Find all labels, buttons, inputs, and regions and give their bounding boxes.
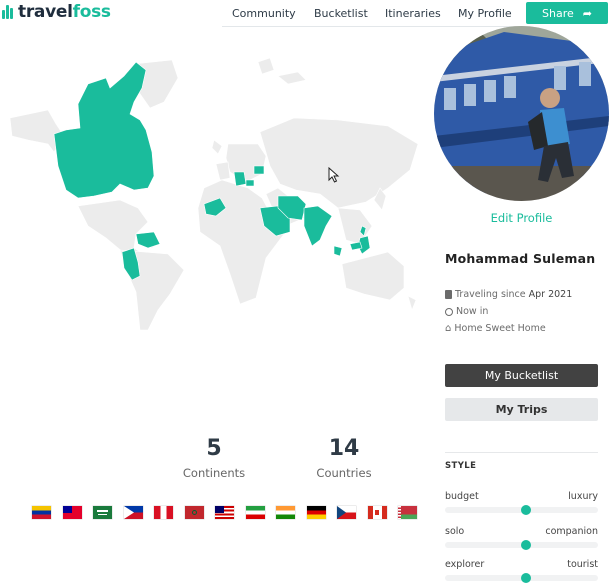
flag-peru-icon[interactable] [154,506,173,519]
traveling-since: Traveling since Apr 2021 [445,289,572,300]
share-button[interactable]: Share ➦ [526,2,608,24]
slider-tourist-label: tourist [567,559,598,570]
slider-thumb[interactable] [521,505,532,515]
flag-venezuela-icon[interactable] [32,506,51,519]
share-arrow-icon: ➦ [582,6,592,20]
compass-icon [445,307,453,316]
world-map[interactable] [8,48,422,330]
style-divider [445,452,598,453]
mouse-cursor-icon [328,167,340,183]
visited-belarus [253,165,265,175]
slider-budget-label: budget [445,491,479,502]
slider-thumb[interactable] [521,573,532,583]
continents-label: Continents [182,466,246,480]
now-in: Now in [445,306,488,317]
flag-iran-icon[interactable] [245,506,265,519]
nav-divider [222,26,520,27]
logo-text: travelfoss [18,2,111,22]
nav-bucketlist[interactable]: Bucketlist [314,7,368,20]
countries-count: 14 [328,436,360,461]
countries-label: Countries [316,466,372,480]
flag-saudi-arabia-icon[interactable] [93,506,112,519]
traveling-since-label: Traveling since [455,289,526,300]
share-label: Share [542,6,574,20]
home-label: Home Sweet Home [454,323,546,334]
slider-luxury-label: luxury [568,491,598,502]
nav-my-profile[interactable]: My Profile [458,7,512,20]
flag-czech-republic-icon[interactable] [337,506,356,519]
visited-venezuela [135,231,161,249]
edit-profile-link[interactable]: Edit Profile [434,211,609,225]
my-trips-button[interactable]: My Trips [445,398,598,421]
logo[interactable]: travelfoss [2,1,111,23]
traveling-since-value: Apr 2021 [528,289,573,300]
slider-explorer-label: explorer [445,559,485,570]
flag-philippines-icon[interactable] [123,506,143,519]
flag-malaysia-icon[interactable] [215,506,234,519]
flag-morocco-icon[interactable] [184,506,204,519]
nav-itineraries[interactable]: Itineraries [385,7,441,20]
logo-mark-icon [2,5,15,19]
flag-taiwan-icon[interactable] [62,506,82,519]
slider-thumb[interactable] [521,540,532,550]
flag-germany-icon[interactable] [306,506,326,519]
visited-canada [53,61,155,199]
now-in-label: Now in [456,306,489,317]
unvisited-land [9,57,419,330]
home-icon: ⌂ [445,322,452,334]
avatar[interactable] [434,26,609,201]
visited-germany [233,171,247,187]
slider-explorer-tourist[interactable] [445,573,598,583]
flag-canada-icon[interactable] [367,506,387,519]
visited-india [303,205,333,247]
profile-name: Mohammad Suleman [445,251,596,266]
home: ⌂ Home Sweet Home [445,323,546,334]
slider-solo-companion[interactable] [445,540,598,550]
flag-belarus-icon[interactable] [398,506,417,519]
slider-budget-luxury[interactable] [445,505,598,515]
flag-india-icon[interactable] [276,506,295,519]
slider-solo-label: solo [445,526,465,537]
visited-malaysia [333,245,343,257]
style-heading: STYLE [445,461,477,471]
slider-companion-label: companion [545,526,598,537]
nav-community[interactable]: Community [232,7,296,20]
visited-flags [32,506,417,519]
continents-count: 5 [206,436,222,461]
passport-icon [445,290,452,299]
visited-czechia [245,179,255,187]
my-bucketlist-button[interactable]: My Bucketlist [445,364,598,387]
